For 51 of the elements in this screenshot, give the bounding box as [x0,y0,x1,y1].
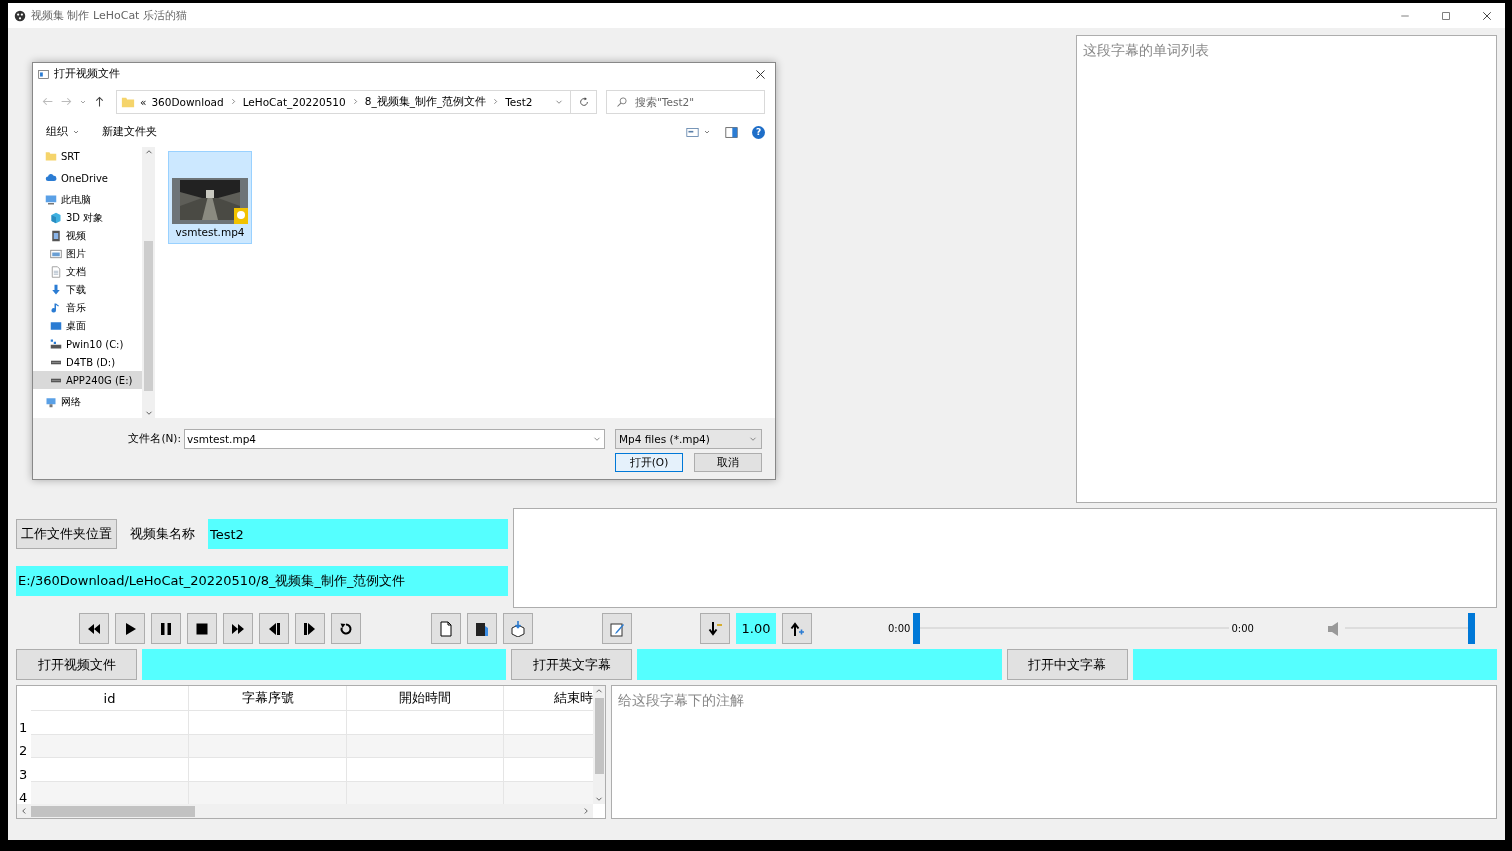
annotation-field[interactable]: 给这段字幕下的注解 [611,685,1497,819]
row-header[interactable]: 4 [17,781,31,804]
breadcrumb[interactable]: 360Download [151,95,224,108]
window-title: 视频集 制作 LeHoCat 乐活的猫 [31,8,188,23]
dialog-button[interactable]: 打开(O) [615,453,683,472]
open-file-button[interactable]: 打开英文字幕 [511,649,633,680]
address-bar[interactable]: « 360Download LeHoCat_20220510 8_视频集_制作_范例文件 Test2 [116,89,571,114]
search-field[interactable]: 搜索"Test2" [606,89,765,114]
row-header[interactable]: 1 [17,711,31,735]
speed-field[interactable]: 1.00 [736,613,776,644]
breadcrumb[interactable]: LeHoCat_20220510 [242,95,346,108]
nav-item[interactable]: 图片 [33,245,142,263]
nav-item[interactable]: SRT [33,147,142,165]
path-field[interactable]: E:/360Download/LeHoCat_20220510/8_视频集_制作_范例文件 [16,566,508,596]
time-label: 0:00 [888,623,911,634]
row-header[interactable]: 2 [17,734,31,758]
dialog-title: 打开视频文件 [54,67,121,81]
overflow-marker[interactable]: « [140,95,147,108]
nav-item[interactable]: 桌面 [33,317,142,335]
nav-item[interactable]: D4TB (D:) [33,353,142,371]
field-label: 文件名(N): [127,432,181,446]
nav-item[interactable]: APP240G (E:) [33,371,142,389]
column-header[interactable]: 開始時間 [347,686,504,711]
open-file-button[interactable]: 打开中文字幕 [1006,649,1128,680]
row-header[interactable]: 3 [17,758,31,782]
column-header[interactable]: id [31,686,189,711]
folder-location-button[interactable]: 工作文件夹位置 [16,519,117,549]
dialog-button[interactable]: 取消 [694,453,762,472]
nav-item[interactable]: 视频 [33,227,142,245]
nav-item[interactable]: 网络 [33,393,142,411]
breadcrumb[interactable]: 8_视频集_制作_范例文件 [364,94,487,109]
new-folder-button[interactable]: 新建文件夹 [102,125,157,139]
nav-item[interactable]: 此电脑 [33,191,142,209]
field-label: 视频集名称 [130,525,195,543]
open-file-button[interactable]: 打开视频文件 [16,649,137,680]
file-item[interactable]: vsmtest.mp4 [168,151,252,244]
name-field[interactable]: Test2 [208,519,508,549]
time-label: 0:00 [1231,623,1254,634]
help-icon[interactable]: ? [752,125,765,139]
column-header[interactable]: 字幕序號 [189,686,347,711]
organize-menu[interactable]: 组织 [46,125,80,139]
file-name-field[interactable]: vsmtest.mp4 [184,429,605,449]
file-type-dropdown[interactable]: Mp4 files (*.mp4) [615,429,762,449]
word-list-field[interactable]: 这段字幕的单词列表 [1076,35,1497,503]
nav-item[interactable]: 下载 [33,281,142,299]
nav-item[interactable]: 3D 对象 [33,209,142,227]
breadcrumb[interactable]: Test2 [505,95,533,108]
nav-item[interactable]: Pwin10 (C:) [33,335,142,353]
nav-item[interactable]: 音乐 [33,299,142,317]
nav-item[interactable]: OneDrive [33,169,142,187]
nav-item[interactable]: 文档 [33,263,142,281]
